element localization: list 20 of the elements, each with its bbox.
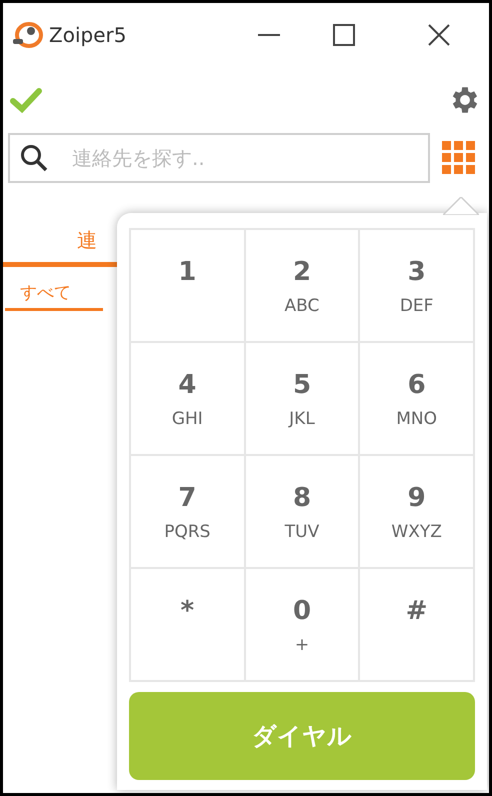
- dial-key[interactable]: 1: [130, 229, 245, 342]
- dial-key[interactable]: 9 WXYZ: [359, 455, 474, 568]
- logo-icon: [11, 21, 43, 49]
- dial-key[interactable]: 7 PQRS: [130, 455, 245, 568]
- dial-key[interactable]: 4 GHI: [130, 342, 245, 455]
- dial-key[interactable]: *: [130, 568, 245, 681]
- dial-key[interactable]: 6 MNO: [359, 342, 474, 455]
- close-icon: [428, 24, 450, 46]
- maximize-icon: [333, 24, 355, 46]
- dial-key[interactable]: #: [359, 568, 474, 681]
- window-title: Zoiper5: [49, 22, 126, 49]
- dial-key[interactable]: 0 +: [244, 568, 360, 681]
- dial-key[interactable]: 5 JKL: [244, 342, 360, 455]
- dialpad-icon[interactable]: [442, 141, 476, 175]
- dial-key[interactable]: 2 ABC: [244, 229, 360, 342]
- dial-key[interactable]: 3 DEF: [359, 229, 474, 342]
- dial-key[interactable]: 8 TUV: [244, 455, 360, 568]
- search-icon: [20, 144, 48, 172]
- minimize-icon: [258, 34, 280, 36]
- search-field[interactable]: 連絡先を探す..: [8, 133, 430, 183]
